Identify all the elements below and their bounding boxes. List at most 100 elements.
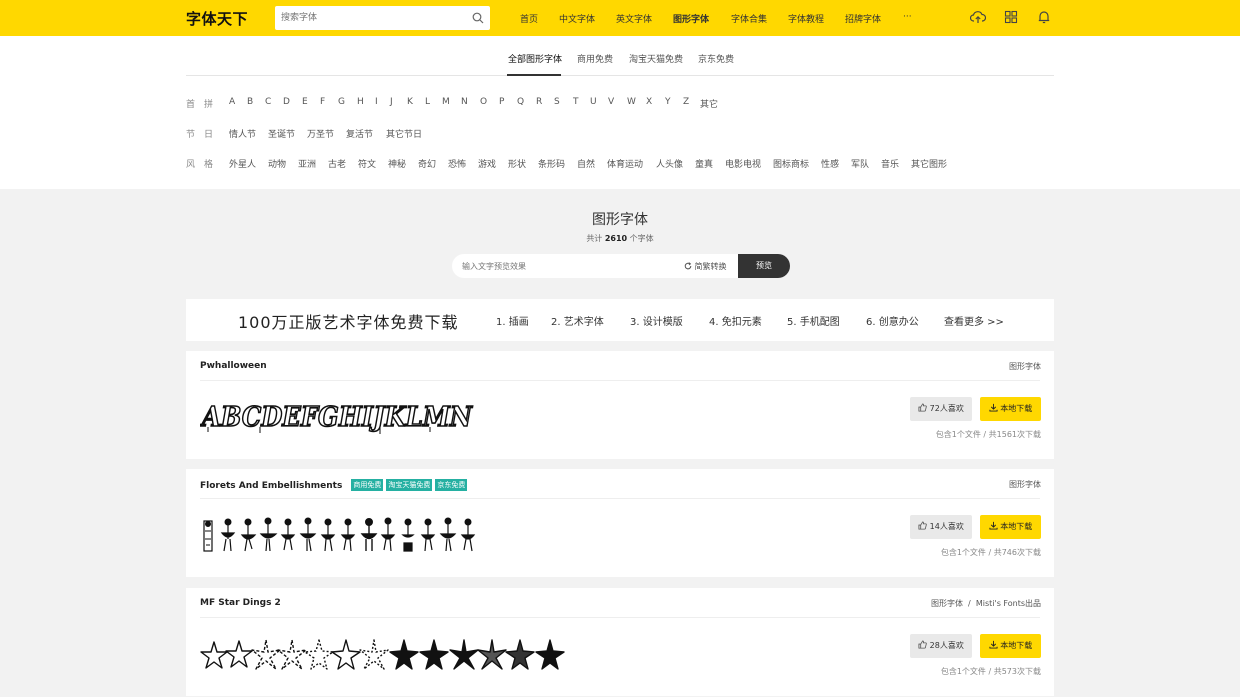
- filter-style[interactable]: 神秘: [388, 157, 406, 170]
- filter-holiday[interactable]: 圣诞节: [268, 127, 295, 140]
- filter-letter[interactable]: K: [407, 97, 413, 107]
- filter-style[interactable]: 外星人: [229, 157, 256, 170]
- font-name[interactable]: Florets And Embellishments: [200, 481, 342, 491]
- filter-style[interactable]: 古老: [328, 157, 346, 170]
- filter-letter[interactable]: Z: [683, 97, 689, 107]
- like-button[interactable]: 72人喜欢: [910, 397, 972, 421]
- like-button[interactable]: 14人喜欢: [910, 515, 972, 539]
- tab-taobao-free[interactable]: 淘宝天猫免费: [629, 52, 683, 65]
- font-category[interactable]: 图形字体: [1009, 479, 1041, 490]
- filter-style[interactable]: 恐怖: [448, 157, 466, 170]
- banner-link[interactable]: 3. 设计模版: [630, 313, 683, 328]
- search-icon[interactable]: [472, 12, 484, 27]
- filter-style[interactable]: 条形码: [538, 157, 565, 170]
- filter-letter[interactable]: R: [536, 97, 542, 107]
- filter-letter[interactable]: G: [338, 97, 345, 107]
- tab-jd-free[interactable]: 京东免费: [698, 52, 734, 65]
- filter-holiday[interactable]: 情人节: [229, 127, 256, 140]
- filter-holiday[interactable]: 万圣节: [307, 127, 334, 140]
- filter-letter[interactable]: L: [425, 97, 430, 107]
- simplified-traditional-toggle[interactable]: 简繁转换: [684, 261, 727, 272]
- filter-style[interactable]: 游戏: [478, 157, 496, 170]
- font-category[interactable]: 图形字体: [1009, 361, 1041, 372]
- filter-letter[interactable]: D: [283, 97, 290, 107]
- filter-letter[interactable]: U: [590, 97, 597, 107]
- grid-icon[interactable]: [1004, 10, 1018, 27]
- font-category[interactable]: 图形字体: [931, 599, 963, 608]
- tag-commercial-free[interactable]: 商用免费: [351, 479, 384, 491]
- filter-style[interactable]: 性感: [821, 157, 839, 170]
- filter-style[interactable]: 其它图形: [911, 157, 947, 170]
- banner-link[interactable]: 5. 手机配图: [787, 313, 840, 328]
- nav-english-fonts[interactable]: 英文字体: [616, 12, 652, 25]
- filter-letter[interactable]: W: [627, 97, 636, 107]
- font-sample-image[interactable]: ABCDEFGHIJKLMN: [198, 397, 480, 435]
- tab-all-graphic[interactable]: 全部图形字体: [508, 52, 562, 65]
- filter-style[interactable]: 图标商标: [773, 157, 809, 170]
- filter-style[interactable]: 奇幻: [418, 157, 436, 170]
- filter-style[interactable]: 亚洲: [298, 157, 316, 170]
- download-button[interactable]: 本地下载: [980, 397, 1041, 421]
- banner-link[interactable]: 6. 创意办公: [866, 313, 919, 328]
- nav-font-tutorials[interactable]: 字体教程: [788, 12, 824, 25]
- nav-more[interactable]: ···: [903, 12, 912, 22]
- filter-letter[interactable]: T: [573, 97, 579, 107]
- nav-graphic-fonts[interactable]: 图形字体: [673, 12, 709, 25]
- preview-text-input[interactable]: [462, 254, 662, 278]
- site-logo[interactable]: 字体天下: [186, 8, 248, 29]
- nav-font-collections[interactable]: 字体合集: [731, 12, 767, 25]
- filter-letter[interactable]: N: [461, 97, 468, 107]
- font-author[interactable]: Misti's Fonts出品: [976, 599, 1041, 608]
- filter-letter[interactable]: P: [499, 97, 504, 107]
- filter-holiday[interactable]: 其它节日: [386, 127, 422, 140]
- filter-style[interactable]: 童真: [695, 157, 713, 170]
- nav-sign-fonts[interactable]: 招牌字体: [845, 12, 881, 25]
- tab-commercial-free[interactable]: 商用免费: [577, 52, 613, 65]
- filter-letter[interactable]: V: [608, 97, 614, 107]
- upload-cloud-icon[interactable]: [969, 10, 987, 27]
- promo-banner[interactable]: 100万正版艺术字体免费下载 1. 插画 2. 艺术字体 3. 设计模版 4. …: [186, 299, 1054, 341]
- font-name[interactable]: MF Star Dings 2: [200, 598, 281, 608]
- filter-holiday[interactable]: 复活节: [346, 127, 373, 140]
- notification-icon[interactable]: [1037, 10, 1051, 27]
- filter-letter[interactable]: X: [646, 97, 652, 107]
- filter-letter[interactable]: S: [554, 97, 560, 107]
- filter-letter[interactable]: Q: [517, 97, 524, 107]
- banner-link[interactable]: 4. 免扣元素: [709, 313, 762, 328]
- nav-chinese-fonts[interactable]: 中文字体: [559, 12, 595, 25]
- search-input[interactable]: [275, 6, 460, 30]
- filter-style[interactable]: 符文: [358, 157, 376, 170]
- filter-letter[interactable]: M: [442, 97, 450, 107]
- font-sample-image[interactable]: [200, 515, 490, 553]
- like-button[interactable]: 28人喜欢: [910, 634, 972, 658]
- preview-button[interactable]: 预览: [738, 254, 790, 278]
- banner-link[interactable]: 1. 插画: [496, 313, 529, 328]
- banner-link[interactable]: 2. 艺术字体: [551, 313, 604, 328]
- filter-style[interactable]: 形状: [508, 157, 526, 170]
- filter-letter[interactable]: B: [247, 97, 253, 107]
- filter-letter[interactable]: 其它: [700, 97, 718, 110]
- filter-style[interactable]: 人头像: [656, 157, 683, 170]
- filter-style[interactable]: 音乐: [881, 157, 899, 170]
- filter-letter[interactable]: J: [390, 97, 393, 107]
- filter-letter[interactable]: A: [229, 97, 235, 107]
- font-name[interactable]: Pwhalloween: [200, 361, 267, 371]
- filter-style[interactable]: 自然: [577, 157, 595, 170]
- filter-style[interactable]: 动物: [268, 157, 286, 170]
- nav-home[interactable]: 首页: [520, 12, 538, 25]
- filter-letter[interactable]: O: [480, 97, 487, 107]
- filter-style[interactable]: 军队: [851, 157, 869, 170]
- filter-letter[interactable]: C: [265, 97, 271, 107]
- banner-more-link[interactable]: 查看更多 >>: [944, 313, 1004, 328]
- filter-style[interactable]: 体育运动: [607, 157, 643, 170]
- font-sample-image[interactable]: [200, 634, 570, 672]
- tag-jd-free[interactable]: 京东免费: [435, 479, 468, 491]
- filter-letter[interactable]: F: [320, 97, 325, 107]
- download-button[interactable]: 本地下载: [980, 634, 1041, 658]
- filter-letter[interactable]: H: [357, 97, 364, 107]
- filter-letter[interactable]: E: [302, 97, 308, 107]
- filter-letter[interactable]: I: [375, 97, 378, 107]
- tag-taobao-free[interactable]: 淘宝天猫免费: [386, 479, 433, 491]
- filter-style[interactable]: 电影电视: [725, 157, 761, 170]
- filter-letter[interactable]: Y: [665, 97, 671, 107]
